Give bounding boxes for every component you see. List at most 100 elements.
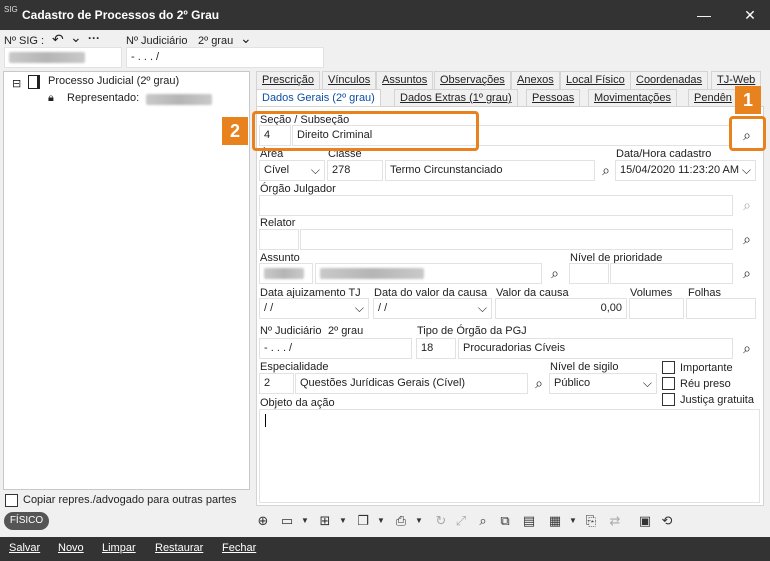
folhas-field[interactable] xyxy=(686,298,756,319)
relator-field[interactable] xyxy=(300,229,733,250)
tab-assuntos[interactable]: Assuntos xyxy=(376,71,434,89)
tab-observacoes[interactable]: Observações xyxy=(434,71,511,89)
refresh-icon[interactable]: ↻ xyxy=(432,512,450,530)
especialidade-code-field[interactable]: 2 xyxy=(259,373,294,394)
copy-reps-checkbox[interactable] xyxy=(5,494,18,507)
assunto-search-icon[interactable]: ⌕ xyxy=(545,263,565,283)
especialidade-search-icon[interactable]: ⌕ xyxy=(529,373,549,393)
undo-icon[interactable]: ↶ xyxy=(52,31,64,48)
prioridade-code-field[interactable] xyxy=(569,263,609,284)
fechar-button[interactable]: Fechar xyxy=(222,542,256,554)
prioridade-search-icon[interactable]: ⌕ xyxy=(737,263,757,283)
classe-field[interactable]: Termo Circunstanciado xyxy=(385,160,595,181)
history-icon[interactable]: ⟲ xyxy=(658,512,676,530)
tree-child-label[interactable]: Representado: xyxy=(67,92,139,104)
restaurar-button[interactable]: Restaurar xyxy=(155,542,203,554)
importante-checkbox[interactable] xyxy=(662,361,675,374)
reu-preso-checkbox[interactable] xyxy=(662,377,675,390)
data-cadastro-field[interactable]: 15/04/2020 11:23:20 AM ⌵ xyxy=(615,160,756,181)
tab-prescricao[interactable]: Prescrição xyxy=(256,71,320,89)
documents-icon[interactable]: ⧉ xyxy=(496,512,514,530)
transfer-icon[interactable]: ⇄ xyxy=(606,512,624,530)
chevron-down-icon[interactable]: ⌄ xyxy=(70,29,82,46)
chevron-down-icon: ⌵ xyxy=(354,301,364,315)
search-users-icon[interactable]: ⌕ xyxy=(474,512,492,530)
print-icon[interactable]: ⎙ xyxy=(392,512,410,530)
copy-dropdown-icon[interactable]: ▼ xyxy=(372,512,390,530)
classe-code-field[interactable]: 278 xyxy=(327,160,383,181)
more-icon[interactable]: ··· xyxy=(88,31,100,45)
minimize-button[interactable]: — xyxy=(692,4,716,26)
objeto-textarea[interactable] xyxy=(259,409,760,503)
report-icon[interactable]: ▣ xyxy=(636,512,654,530)
tab-local-fisico[interactable]: Local Físico xyxy=(560,71,631,89)
tab-movimentacoes[interactable]: Movimentações xyxy=(588,89,678,107)
fisico-badge: FÍSICO xyxy=(4,512,49,530)
sig-number-field[interactable] xyxy=(4,47,122,68)
volumes-field[interactable] xyxy=(629,298,684,319)
data-cadastro-label: Data/Hora cadastro xyxy=(616,148,712,160)
area-select[interactable]: Cível ⌵ xyxy=(259,160,325,181)
collapse-icon[interactable]: ⊟ xyxy=(12,77,21,90)
folder-icon[interactable]: ▭ xyxy=(278,512,296,530)
tab-pendencias[interactable]: Pendên xyxy=(688,89,738,107)
print-dropdown-icon[interactable]: ▼ xyxy=(410,512,428,530)
data-cadastro-value: 15/04/2020 11:23:20 AM xyxy=(620,164,740,176)
classe-search-icon[interactable]: ⌕ xyxy=(596,160,616,180)
highlight-secao xyxy=(252,111,479,151)
tab-vinculos[interactable]: Vínculos xyxy=(322,71,377,89)
orgao-search-icon[interactable]: ⌕ xyxy=(737,195,757,215)
copy-icon[interactable]: ❐ xyxy=(354,512,372,530)
data-ajuizamento-field[interactable]: / / ⌵ xyxy=(259,298,369,319)
process-tree[interactable]: ⊟ Processo Judicial (2º grau) 🔒︎ Represe… xyxy=(3,71,250,490)
sigilo-label: Nível de sigilo xyxy=(550,361,619,373)
badge-2: 2 xyxy=(222,117,248,145)
grau-label: 2º grau xyxy=(198,35,234,47)
tab-pessoas[interactable]: Pessoas xyxy=(526,89,581,107)
data-ajuizamento-value: / / xyxy=(264,302,274,314)
attach-icon[interactable]: ⎘ xyxy=(582,512,600,530)
objeto-label: Objeto da ação xyxy=(260,397,335,409)
orgao-field[interactable] xyxy=(259,195,733,216)
new-document-icon[interactable]: ⊕ xyxy=(254,512,272,530)
tipo-orgao-field[interactable]: Procuradorias Cíveis xyxy=(458,338,733,359)
tab-anexos[interactable]: Anexos xyxy=(511,71,560,89)
salvar-button[interactable]: Salvar xyxy=(9,542,40,554)
tab-dados-extras[interactable]: Dados Extras (1º grau) xyxy=(394,89,518,107)
calendar-icon[interactable]: ▦ xyxy=(546,512,564,530)
especialidade-field[interactable]: Questões Jurídicas Gerais (Cível) xyxy=(295,373,528,394)
table-icon[interactable]: ▤ xyxy=(520,512,538,530)
hierarchy-icon[interactable]: ⊞ xyxy=(316,512,334,530)
app-icon: SIG xyxy=(4,5,18,14)
data-valor-field[interactable]: / / ⌵ xyxy=(373,298,492,319)
prioridade-field[interactable] xyxy=(610,263,733,284)
hierarchy-dropdown-icon[interactable]: ▼ xyxy=(334,512,352,530)
novo-button[interactable]: Novo xyxy=(58,542,84,554)
tipo-orgao-code-field[interactable]: 18 xyxy=(416,338,456,359)
chevron-down-icon: ⌵ xyxy=(477,301,487,315)
tab-coordenadas[interactable]: Coordenadas xyxy=(630,71,709,89)
sigilo-value: Público xyxy=(554,377,591,389)
judiciario-field[interactable]: - . . . / xyxy=(126,47,324,68)
valor-causa-field[interactable]: 0,00 xyxy=(495,298,627,319)
tab-dados-gerais[interactable]: Dados Gerais (2º grau) xyxy=(256,89,381,107)
assunto-field[interactable] xyxy=(315,263,542,284)
expand-icon[interactable]: ⤢ xyxy=(452,512,470,530)
importante-label: Importante xyxy=(680,362,733,374)
grau-chevron-icon[interactable]: ⌄ xyxy=(240,30,252,47)
lock-icon: 🔒︎ xyxy=(48,92,54,104)
relator-code-field[interactable] xyxy=(259,229,299,250)
njud-field[interactable]: - . . . / xyxy=(259,338,412,359)
tabs-row-1: Prescrição Vínculos Assuntos Observações… xyxy=(256,71,764,89)
badge-1: 1 xyxy=(735,86,761,114)
folder-dropdown-icon[interactable]: ▼ xyxy=(296,512,314,530)
sigilo-select[interactable]: Público ⌵ xyxy=(549,373,657,394)
relator-search-icon[interactable]: ⌕ xyxy=(737,229,757,249)
tree-root-label[interactable]: Processo Judicial (2º grau) xyxy=(48,75,179,87)
close-button[interactable]: ✕ xyxy=(738,4,762,26)
limpar-button[interactable]: Limpar xyxy=(102,542,136,554)
justica-gratuita-checkbox[interactable] xyxy=(662,393,675,406)
assunto-code-field[interactable] xyxy=(259,263,313,284)
calendar-dropdown-icon[interactable]: ▼ xyxy=(564,512,582,530)
tipo-orgao-search-icon[interactable]: ⌕ xyxy=(737,338,757,358)
